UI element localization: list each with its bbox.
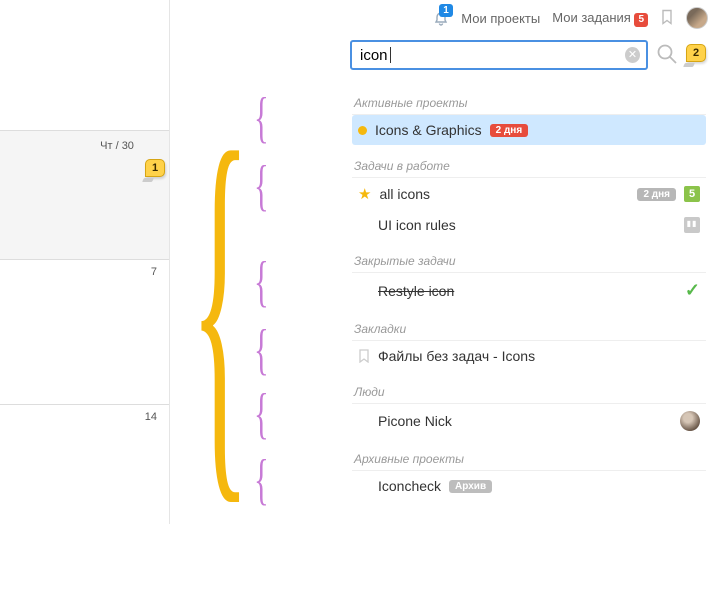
calendar-cell-30[interactable]: Чт / 30 1: [0, 130, 169, 260]
bookmark-icon: [358, 349, 370, 363]
brace-small-icon: {: [254, 448, 269, 512]
close-icon: ✕: [628, 49, 637, 61]
bookmark-row[interactable]: Файлы без задач - Icons: [352, 341, 706, 371]
section-bookmarks: Закладки: [352, 318, 706, 341]
task-row[interactable]: UI icon rules ▮▮: [352, 210, 706, 240]
notification-count-badge: 1: [439, 4, 453, 17]
user-avatar[interactable]: [686, 7, 708, 29]
person-row[interactable]: Picone Nick: [352, 404, 706, 438]
project-row-archived[interactable]: Iconcheck Архив: [352, 471, 706, 501]
brace-small-icon: {: [254, 154, 269, 218]
annotation-bubble-1: 1: [145, 159, 165, 177]
bookmark-icon: [660, 9, 674, 25]
text-caret: [390, 47, 391, 63]
project-due-badge: 2 дня: [490, 124, 529, 137]
star-icon: ★: [358, 185, 371, 203]
calendar-column: Чт / 30 1 7 14: [0, 0, 170, 524]
task-count-badge: 5: [684, 186, 700, 202]
task-name: UI icon rules: [378, 217, 456, 233]
brace-small-icon: {: [254, 382, 269, 446]
calendar-date-label: 14: [145, 411, 157, 423]
bookmarks-button[interactable]: [660, 9, 674, 28]
task-row[interactable]: ★ all icons 2 дня 5: [352, 178, 706, 210]
section-archived-projects: Архивные проекты: [352, 448, 706, 471]
brace-small-icon: {: [254, 86, 269, 150]
bookmark-name: Файлы без задач - Icons: [378, 348, 535, 364]
brace-small-icon: {: [254, 250, 269, 314]
search-box: ✕: [350, 40, 648, 70]
project-row[interactable]: Icons & Graphics 2 дня: [352, 115, 706, 145]
search-row: ✕ 2: [350, 40, 706, 70]
nav-my-projects[interactable]: Мои проекты: [461, 11, 540, 26]
tasks-count-badge: 5: [634, 13, 648, 27]
calendar-date-label: Чт / 30: [100, 140, 134, 152]
check-icon: ✓: [685, 280, 700, 301]
section-people: Люди: [352, 381, 706, 404]
nav-my-tasks-label: Мои задания: [552, 10, 631, 25]
section-tasks-in-work: Задачи в работе: [352, 155, 706, 178]
project-name: Icons & Graphics: [375, 122, 482, 138]
search-results-panel: Активные проекты Icons & Graphics 2 дня …: [338, 86, 720, 524]
pause-icon: ▮▮: [684, 217, 700, 233]
brace-main-icon: {: [190, 90, 250, 590]
section-active-projects: Активные проекты: [352, 92, 706, 115]
project-name: Iconcheck: [378, 478, 441, 494]
search-submit-button[interactable]: [656, 43, 678, 68]
notifications-button[interactable]: 1: [433, 10, 449, 26]
task-name: Restyle icon: [378, 283, 454, 299]
top-toolbar: 1 Мои проекты Мои задания 5: [433, 0, 720, 32]
archive-badge: Архив: [449, 480, 492, 493]
person-name: Picone Nick: [378, 413, 452, 429]
task-name: all icons: [379, 186, 430, 202]
person-avatar: [680, 411, 700, 431]
clear-search-button[interactable]: ✕: [625, 47, 640, 63]
task-due-badge: 2 дня: [637, 188, 676, 201]
section-closed-tasks: Закрытые задачи: [352, 250, 706, 273]
search-input[interactable]: [360, 47, 625, 64]
nav-my-tasks[interactable]: Мои задания 5: [552, 10, 648, 27]
project-color-dot-icon: [358, 126, 367, 135]
calendar-cell-14[interactable]: 14: [0, 405, 169, 524]
calendar-cell-7[interactable]: 7: [0, 260, 169, 405]
brace-small-icon: {: [254, 318, 269, 382]
annotation-bubble-2: 2: [686, 44, 706, 62]
calendar-date-label: 7: [151, 266, 157, 278]
search-icon: [656, 43, 678, 65]
annotation-braces: { { { { { { {: [170, 90, 320, 524]
task-row-closed[interactable]: Restyle icon ✓: [352, 273, 706, 308]
